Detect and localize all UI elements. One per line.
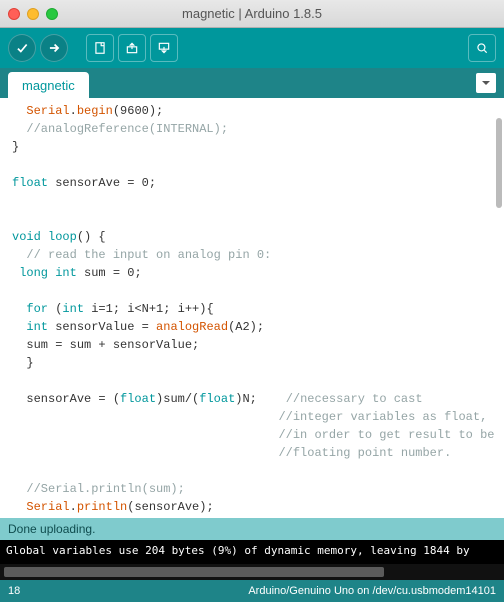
code-token: int xyxy=(62,302,84,316)
code-token: )sum/( xyxy=(156,392,199,406)
maximize-icon[interactable] xyxy=(46,8,58,20)
serial-monitor-button[interactable] xyxy=(468,34,496,62)
window-controls xyxy=(8,8,58,20)
scroll-thumb[interactable] xyxy=(496,118,502,208)
code-token: (sensorAve); xyxy=(127,500,213,514)
code-token: int xyxy=(26,320,48,334)
code-token: sensorAve = 0; xyxy=(48,176,156,190)
close-icon[interactable] xyxy=(8,8,20,20)
code-token: sensorValue = xyxy=(48,320,156,334)
code-comment: //necessary to cast xyxy=(286,392,423,406)
code-token: . xyxy=(70,500,77,514)
new-button[interactable] xyxy=(86,34,114,62)
code-token: float xyxy=(12,176,48,190)
footer-bar: 18 Arduino/Genuino Uno on /dev/cu.usbmod… xyxy=(0,580,504,602)
code-token: Serial xyxy=(26,104,69,118)
code-token: sum = sum + sensorValue; xyxy=(26,338,199,352)
code-token: (9600); xyxy=(113,104,163,118)
code-token xyxy=(41,230,48,244)
code-token: long xyxy=(19,266,48,280)
titlebar: magnetic | Arduino 1.8.5 xyxy=(0,0,504,28)
code-token: for xyxy=(26,302,48,316)
board-info: Arduino/Genuino Uno on /dev/cu.usbmodem1… xyxy=(248,585,496,597)
code-comment: //Serial.println(sum); xyxy=(26,482,184,496)
code-token: float xyxy=(199,392,235,406)
code-token: void xyxy=(12,230,41,244)
code-token: } xyxy=(12,140,19,154)
code-token: } xyxy=(26,356,33,370)
verify-button[interactable] xyxy=(8,34,36,62)
code-comment: //in order to get result to be xyxy=(278,428,494,442)
minimize-icon[interactable] xyxy=(27,8,39,20)
save-button[interactable] xyxy=(150,34,178,62)
line-number: 18 xyxy=(8,585,20,597)
code-token: int xyxy=(55,266,77,280)
code-token: float xyxy=(120,392,156,406)
code-token: loop xyxy=(48,230,77,244)
open-button[interactable] xyxy=(118,34,146,62)
scroll-thumb[interactable] xyxy=(4,567,384,577)
code-token: analogRead xyxy=(156,320,228,334)
tab-magnetic[interactable]: magnetic xyxy=(8,72,89,98)
code-comment: //integer variables as float, xyxy=(278,410,487,424)
upload-button[interactable] xyxy=(40,34,68,62)
code-token: begin xyxy=(77,104,113,118)
console-line: Global variables use 204 bytes (9%) of d… xyxy=(6,544,470,557)
tab-menu-button[interactable] xyxy=(476,73,496,93)
code-token: Serial xyxy=(26,500,69,514)
code-token: i=1; i<N+1; i++){ xyxy=(84,302,214,316)
code-token: () { xyxy=(77,230,106,244)
toolbar xyxy=(0,28,504,68)
code-token: . xyxy=(70,104,77,118)
console-output[interactable]: Global variables use 204 bytes (9%) of d… xyxy=(0,540,504,564)
code-token: ( xyxy=(48,302,62,316)
code-token: )N; xyxy=(235,392,285,406)
code-comment: // read the input on analog pin 0: xyxy=(26,248,271,262)
code-comment: //floating point number. xyxy=(278,446,451,460)
code-token: println xyxy=(77,500,127,514)
code-token: sensorAve = ( xyxy=(26,392,120,406)
horizontal-scrollbar[interactable] xyxy=(0,564,504,580)
code-token: (A2); xyxy=(228,320,264,334)
code-comment: //analogReference(INTERNAL); xyxy=(26,122,228,136)
vertical-scrollbar[interactable] xyxy=(496,98,502,518)
tab-bar: magnetic xyxy=(0,68,504,98)
status-bar: Done uploading. xyxy=(0,518,504,540)
code-token: sum = 0; xyxy=(77,266,142,280)
window-title: magnetic | Arduino 1.8.5 xyxy=(0,6,504,21)
code-editor[interactable]: Serial.begin(9600); //analogReference(IN… xyxy=(0,98,504,518)
status-text: Done uploading. xyxy=(8,522,95,536)
